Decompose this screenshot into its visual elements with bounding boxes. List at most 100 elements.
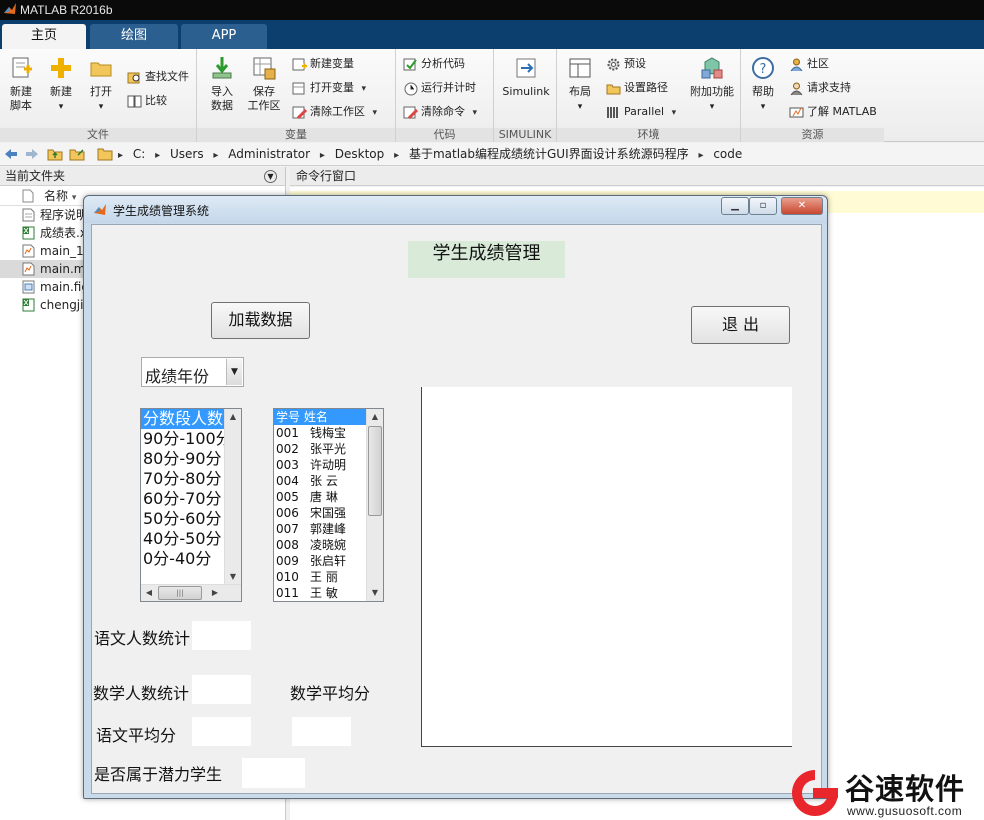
close-button[interactable]: ✕ xyxy=(781,197,823,215)
new-variable-button[interactable]: 新建变量 xyxy=(292,54,354,74)
new-button[interactable]: 新建 ▾ xyxy=(41,55,81,114)
current-folder-header: 当前文件夹 ▼ xyxy=(0,167,285,186)
load-data-button[interactable]: 加载数据 xyxy=(211,302,310,339)
student-name: 钱梅宝 xyxy=(310,426,347,440)
math-count-field[interactable] xyxy=(191,674,252,705)
figure-window: 学生成绩管理系统 ▁ ▫ ✕ 学生成绩管理 加载数据 退 出 成绩年份 ▼ 分数… xyxy=(83,195,828,799)
breadcrumb-item[interactable]: Users xyxy=(170,147,204,161)
set-path-button[interactable]: 设置路径 xyxy=(606,78,668,98)
add-ons-button[interactable]: 附加功能 ▾ xyxy=(687,55,737,114)
ribbon-group-environment: 布局▾ 预设 设置路径 Parallel 附加功能▾ 环境 xyxy=(557,49,741,142)
student-listbox[interactable]: 学号 姓名 001 钱梅宝 002 张平光 003 许动明 004 张 云 005 唐 琳 006 宋… xyxy=(273,408,384,602)
find-files-icon xyxy=(127,72,140,83)
matlab-logo-icon xyxy=(4,3,16,14)
scroll-down-icon[interactable]: ▼ xyxy=(225,569,241,585)
maximize-button[interactable]: ▫ xyxy=(749,197,777,215)
browse-folder-icon[interactable] xyxy=(69,146,85,162)
chevron-down-icon[interactable]: ▼ xyxy=(226,359,242,385)
figure-client-area: 学生成绩管理 加载数据 退 出 成绩年份 ▼ 分数段人数 90分-100分 80分-… xyxy=(91,224,822,794)
math-average-label: 数学平均分 xyxy=(290,684,371,703)
score-range-listbox[interactable]: 分数段人数 90分-100分 80分-90分 70分-80分 60分-70分 50分-60… xyxy=(140,408,242,602)
save-workspace-icon xyxy=(253,57,276,80)
open-button[interactable]: 打开 ▾ xyxy=(81,55,121,114)
breadcrumb[interactable]: ▸ C: ▸ Users ▸ Administrator ▸ Desktop ▸… xyxy=(118,145,748,164)
tab-plots[interactable]: 绘图 xyxy=(90,24,178,49)
open-variable-icon xyxy=(292,82,305,94)
exit-button[interactable]: 退 出 xyxy=(691,306,790,344)
breadcrumb-separator: ▸ xyxy=(394,150,400,161)
up-folder-icon[interactable] xyxy=(47,146,63,162)
find-files-button[interactable]: 查找文件 xyxy=(127,67,189,87)
tab-apps[interactable]: APP xyxy=(181,24,267,49)
tab-home[interactable]: 主页 xyxy=(2,24,86,49)
sort-arrow-icon[interactable]: ▾ xyxy=(72,193,77,203)
student-name: 唐 琳 xyxy=(310,490,338,504)
student-name: 王 敏 xyxy=(310,586,338,600)
clear-workspace-dropdown[interactable]: 清除工作区 xyxy=(292,102,377,122)
breadcrumb-separator: ▸ xyxy=(118,150,124,161)
scroll-up-icon[interactable]: ▲ xyxy=(225,409,241,425)
help-button[interactable]: ? 帮助 ▾ xyxy=(743,55,783,114)
import-data-icon xyxy=(212,57,232,79)
compare-button[interactable]: 比较 xyxy=(127,91,167,111)
parallel-dropdown[interactable]: Parallel xyxy=(606,102,676,122)
vertical-scrollbar[interactable]: ▲ ▼ xyxy=(366,409,383,601)
scrollbar-thumb[interactable] xyxy=(368,426,382,516)
learn-matlab-button[interactable]: 了解 MATLAB xyxy=(789,102,877,122)
chinese-average-field[interactable] xyxy=(191,716,252,747)
back-arrow-icon[interactable] xyxy=(3,146,19,162)
breadcrumb-item[interactable]: code xyxy=(713,147,742,161)
community-button[interactable]: 社区 xyxy=(789,54,829,74)
plot-axes[interactable] xyxy=(421,387,792,747)
import-data-button[interactable]: 导入 数据 xyxy=(202,55,242,113)
m-file-icon xyxy=(22,244,35,258)
save-workspace-button[interactable]: 保存 工作区 xyxy=(244,55,284,113)
new-script-button[interactable]: 新建 脚本 xyxy=(1,55,41,113)
potential-student-field[interactable] xyxy=(241,757,306,789)
scroll-down-icon[interactable]: ▼ xyxy=(367,585,383,601)
breadcrumb-item[interactable]: 基于matlab编程成绩统计GUI界面设计系统源码程序 xyxy=(409,147,689,161)
scroll-right-icon[interactable]: ▶ xyxy=(207,585,223,601)
forward-arrow-icon[interactable] xyxy=(24,146,40,162)
svg-text:?: ? xyxy=(760,62,767,77)
run-and-time-button[interactable]: 运行并计时 xyxy=(403,78,476,98)
breadcrumb-item[interactable]: Desktop xyxy=(335,147,385,161)
student-name: 张 云 xyxy=(310,474,338,488)
scroll-up-icon[interactable]: ▲ xyxy=(367,409,383,425)
panel-menu-icon[interactable]: ▼ xyxy=(264,170,277,183)
community-icon xyxy=(790,58,803,71)
preferences-button[interactable]: 预设 xyxy=(606,54,646,74)
scroll-left-icon[interactable]: ◀ xyxy=(141,585,157,601)
minimize-button[interactable]: ▁ xyxy=(721,197,749,215)
app-title: MATLAB R2016b xyxy=(20,3,113,17)
figure-titlebar[interactable]: 学生成绩管理系统 ▁ ▫ ✕ xyxy=(84,196,827,223)
open-variable-dropdown[interactable]: 打开变量 xyxy=(292,78,366,98)
request-support-button[interactable]: 请求支持 xyxy=(789,78,851,98)
scrollbar-thumb[interactable]: ||| xyxy=(158,586,202,600)
simulink-button[interactable]: Simulink xyxy=(498,55,554,99)
file-name: 成绩表.x xyxy=(40,226,87,240)
potential-student-label: 是否属于潜力学生 xyxy=(94,765,223,784)
year-select-value: 成绩年份 xyxy=(145,367,210,386)
ribbon-group-file: 新建 脚本 新建 ▾ 打开 ▾ 查找文件 比较 文件 xyxy=(0,49,197,142)
clear-commands-dropdown[interactable]: 清除命令 xyxy=(403,102,477,122)
figure-title: 学生成绩管理系统 xyxy=(113,204,210,218)
horizontal-scrollbar[interactable]: ◀ ||| ▶ xyxy=(141,584,241,601)
column-name[interactable]: 名称 xyxy=(44,189,68,203)
year-select[interactable]: 成绩年份 ▼ xyxy=(141,357,244,387)
chinese-average-label: 语文平均分 xyxy=(96,726,177,745)
math-average-field[interactable] xyxy=(291,716,352,747)
parallel-icon xyxy=(607,106,618,118)
student-name: 郭建峰 xyxy=(310,522,347,536)
breadcrumb-item[interactable]: Administrator xyxy=(228,147,310,161)
analyze-code-button[interactable]: 分析代码 xyxy=(403,54,465,74)
layout-button[interactable]: 布局 ▾ xyxy=(560,55,600,114)
ribbon-group-variable: 导入数据 保存工作区 新建变量 打开变量 清除工作区 变量 xyxy=(197,49,396,142)
student-name: 凌晓婉 xyxy=(310,538,347,552)
chinese-count-field[interactable] xyxy=(191,620,252,651)
vertical-scrollbar[interactable]: ▲ ▼ xyxy=(224,409,241,585)
student-name: 张平光 xyxy=(310,442,347,456)
breadcrumb-item[interactable]: C: xyxy=(133,147,145,161)
command-window-header: 命令行窗口 xyxy=(290,167,984,186)
m-file-icon xyxy=(22,262,35,276)
